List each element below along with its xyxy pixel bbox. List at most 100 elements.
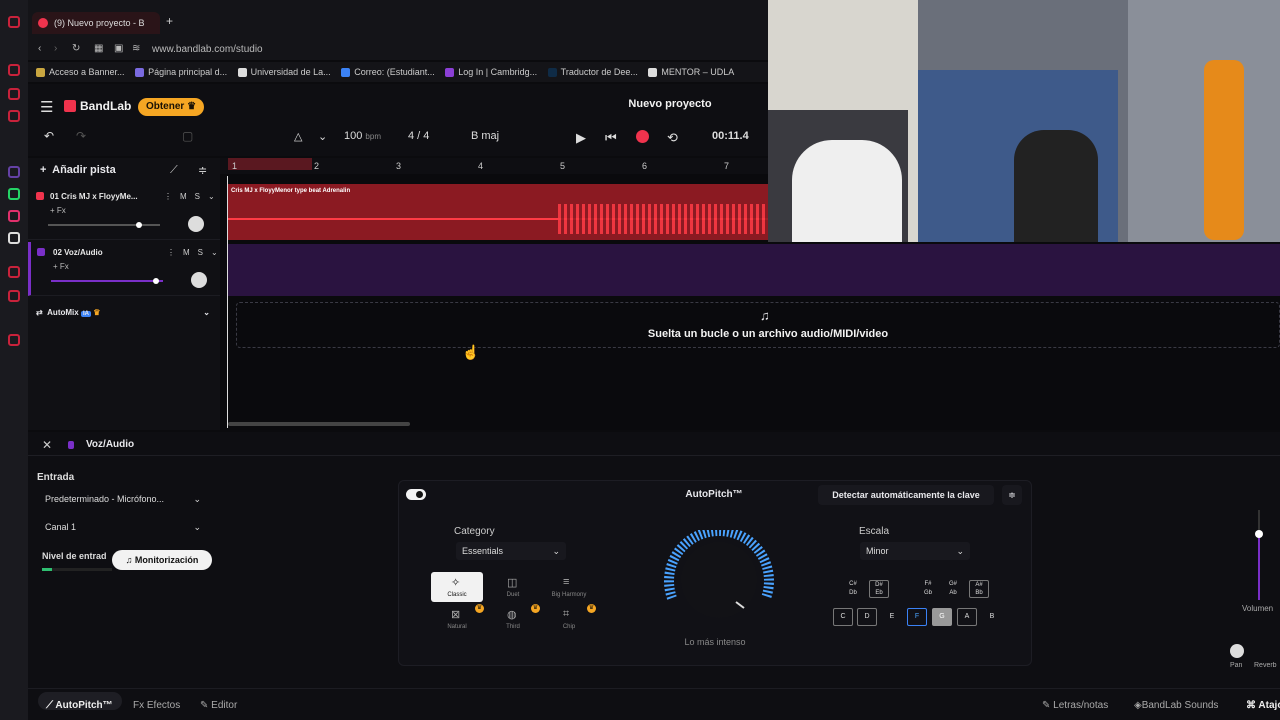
preset-big-harmony[interactable]: ≡ Big Harmony [543,572,595,602]
tab-shortcuts[interactable]: ⌘ Atajos [1246,700,1280,711]
twitch-icon[interactable] [8,166,20,178]
bookmark-item[interactable]: Log In | Cambridg... [445,62,537,82]
drop-zone[interactable] [236,302,1280,348]
loop-region[interactable] [228,158,312,170]
browser-tab[interactable]: (9) Nuevo proyecto - B [32,12,160,34]
intensity-dial[interactable] [660,530,778,622]
key-f-sharp[interactable]: F# Gb [918,580,938,598]
track-row[interactable]: 01 Cris MJ x FloyyMe... + Fx ⋮MS⌄ [28,186,220,240]
fader-knob[interactable] [1255,530,1263,538]
key-a[interactable]: A [957,608,977,626]
upgrade-button[interactable]: Obtener ♛ [138,98,204,116]
undo-icon[interactable]: ↶ [44,129,54,143]
add-track-button[interactable]: + Añadir pista [40,164,116,176]
preset-duet[interactable]: ◫ Duet [487,572,539,602]
screen-icon[interactable]: ▢ [182,129,193,143]
mute-button[interactable]: M [183,248,198,257]
autopitch-toggle[interactable] [406,489,426,500]
redo-icon[interactable]: ↷ [76,129,86,143]
bookmark-item[interactable]: Página principal d... [135,62,227,82]
horizontal-scrollbar[interactable] [228,422,410,426]
key-e[interactable]: E [882,608,902,626]
close-panel-icon[interactable]: ✕ [42,438,52,452]
tempo[interactable]: 100 bpm [344,130,381,142]
playhead[interactable] [227,176,228,428]
scale-select[interactable]: Minor ⌄ [860,542,970,560]
key-g[interactable]: G [932,608,952,626]
volume-fader[interactable] [1255,510,1263,600]
tab-autopitch[interactable]: ⟋ AutoPitch™ [46,700,113,711]
automix-row[interactable]: ⇄ AutoMix IA ♛ ⌄ [36,308,216,317]
key-d[interactable]: D [857,608,877,626]
mute-button[interactable]: M [180,192,195,201]
add-fx-button[interactable]: + Fx [50,206,66,215]
url-text[interactable]: www.bandlab.com/studio [152,44,263,55]
key-b[interactable]: B [982,608,1002,626]
bookmark-item[interactable]: Acceso a Banner... [36,62,125,82]
instagram-icon[interactable] [8,210,20,222]
filter-settings-icon[interactable]: ≑ [1002,485,1022,505]
whatsapp-icon[interactable] [8,188,20,200]
sidebar-app-icon[interactable] [8,110,20,122]
key-c[interactable]: C [833,608,853,626]
monitor-button[interactable]: ♫ Monitorización [112,550,212,570]
rewind-button[interactable]: ⏮ [605,130,617,146]
track-row[interactable]: 02 Voz/Audio + Fx ⋮MS⌄ [28,242,220,296]
channel-select[interactable]: Canal 1 ⌄ [45,522,205,532]
sidebar-app-icon[interactable] [8,88,20,100]
opera-icon[interactable] [8,16,20,28]
track-name[interactable]: 01 Cris MJ x FloyyMe... [50,192,142,201]
bookmark-item[interactable]: Universidad de La... [237,62,331,82]
tab-editor[interactable]: ✎ Editor [200,700,237,711]
new-tab-icon[interactable]: + [166,14,173,28]
pan-knob[interactable] [1230,644,1244,658]
bookmark-item[interactable]: Traductor de Dee... [547,62,638,82]
audio-clip[interactable]: Cris MJ x FloyyMenor type beat Adrenalin [228,184,768,240]
forward-icon[interactable]: › [54,43,57,54]
mixer-icon[interactable]: ≑ [198,164,207,177]
empty-track-lane[interactable] [228,244,1280,296]
preset-classic[interactable]: ✧ Classic [431,572,483,602]
category-select[interactable]: Essentials ⌄ [456,542,566,560]
tabs-icon[interactable]: ▦ [94,43,103,54]
solo-button[interactable]: S [198,248,211,257]
bookmark-item[interactable]: Correo: (Estudiant... [341,62,435,82]
chevron-down-icon[interactable]: ⌄ [203,308,210,317]
settings-icon[interactable] [8,334,20,346]
key-g-sharp[interactable]: G# Ab [943,580,963,598]
tool-icon[interactable]: ⟋ [170,164,178,177]
key-f[interactable]: F [907,608,927,626]
volume-knob[interactable] [153,278,159,284]
sidebar-app-icon[interactable] [8,266,20,278]
input-device-select[interactable]: Predeterminado - Micrófono... ⌄ [45,494,205,504]
track-name[interactable]: 02 Voz/Audio [53,248,145,257]
x-icon[interactable] [8,232,20,244]
pan-dial[interactable] [191,272,207,288]
volume-knob[interactable] [136,222,142,228]
key-c-sharp[interactable]: C# Db [843,580,863,598]
history-icon[interactable] [8,290,20,302]
solo-button[interactable]: S [195,192,208,201]
pan-dial[interactable] [188,216,204,232]
loop-button[interactable]: ⟲ [667,130,678,146]
volume-slider[interactable] [48,222,160,228]
tab-effects[interactable]: Fx Efectos [133,700,180,711]
add-fx-button[interactable]: + Fx [53,262,69,271]
record-button[interactable] [636,130,649,143]
play-button[interactable]: ▶ [576,130,586,146]
key-d-sharp[interactable]: D# Eb [869,580,889,598]
back-icon[interactable]: ‹ [38,43,41,54]
sidebar-app-icon[interactable] [8,64,20,76]
bookmark-item[interactable]: MENTOR – UDLA [648,62,734,82]
time-signature[interactable]: 4 / 4 [408,130,429,142]
menu-icon[interactable]: ☰ [40,98,53,116]
site-settings-icon[interactable]: ≋ [132,43,140,54]
timeline-ruler[interactable]: 1 2 3 4 5 6 7 [220,158,768,174]
tab-lyrics[interactable]: ✎ Letras/notas [1042,700,1108,711]
metronome-dropdown-icon[interactable]: ⌄ [318,130,327,143]
tab-sounds[interactable]: ◈BandLab Sounds [1134,700,1218,711]
metronome-icon[interactable]: △ [294,130,302,143]
reload-icon[interactable]: ↻ [72,43,80,54]
project-title[interactable]: Nuevo proyecto [600,98,740,110]
volume-slider[interactable] [51,278,163,284]
